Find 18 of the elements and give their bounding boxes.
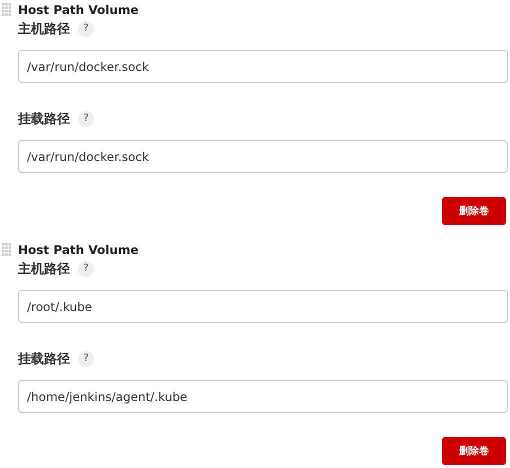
volume-title: Host Path Volume (18, 2, 140, 18)
drag-handle-icon[interactable] (2, 243, 12, 257)
input-field[interactable]: /var/run/docker.sock (18, 50, 508, 83)
field-label: 挂载路径 (18, 111, 70, 128)
field-label: 主机路径 (18, 260, 70, 278)
field-label: 主机路径 (18, 20, 70, 38)
delete-button[interactable]: 删除卷 (442, 197, 506, 225)
help-icon[interactable]: ? (78, 111, 94, 127)
field-label: 挂载路径 (18, 351, 70, 368)
delete-button[interactable]: 删除卷 (442, 437, 506, 465)
input-field[interactable]: /root/.kube (18, 290, 508, 323)
help-icon[interactable]: ? (78, 351, 94, 367)
help-icon[interactable]: ? (78, 21, 94, 37)
drag-handle-icon[interactable] (2, 3, 12, 17)
volume-title: Host Path Volume (18, 242, 140, 258)
help-icon[interactable]: ? (78, 261, 94, 277)
input-field[interactable]: /var/run/docker.sock (18, 140, 508, 173)
input-field[interactable]: /home/jenkins/agent/.kube (18, 380, 508, 413)
